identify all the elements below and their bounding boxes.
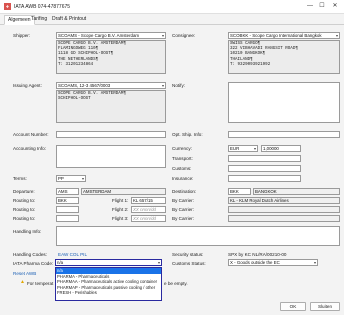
shipper-value: SCOAMS - Scope Cargo B.V. Amsterdam [58,33,140,38]
terms-select[interactable]: PP ▾ [56,175,86,182]
routing-2-label: Routing to: [13,207,36,212]
opt-ship-info-input[interactable] [228,131,340,138]
customs-status-value: X - Goods outside the EC [230,260,280,265]
pharma-code-value: n/a [57,260,64,265]
issuing-agent-address[interactable]: SCOPE CARGO B.V. AMSTERDAM¶ SCHIPHOL-OOS… [56,90,166,123]
title-bar: ✈ IATA AWB 074-47877675 — ☐ ✕ [0,0,344,14]
tab-draft-printout[interactable]: Draft & Printout [49,15,89,25]
insurance-label: Insurance: [172,176,194,181]
currency-select[interactable]: EUR ▾ [228,145,258,152]
chevron-down-icon: ▾ [161,33,164,38]
destination-label: Destination: [172,189,197,194]
maximize-button[interactable]: ☐ [317,2,327,11]
handling-codes-link[interactable]: EAW COL PIL [58,252,87,257]
transport-label: Transport: [172,156,193,161]
routing-2-code-input[interactable] [56,206,79,213]
account-number-label: Account Number: [13,132,49,137]
accounting-info-label: Accounting Info: [13,146,46,151]
flight-1-label: Flight 1: [112,198,129,203]
carrier-2-name [228,206,340,213]
departure-label: Departure: [13,189,35,194]
issuing-agent-select[interactable]: SCOAMS, 12-3 4567/0003 ▾ [56,82,166,89]
issuing-agent-label: Issuing Agent: [13,83,42,88]
warning-text: For temperat [27,281,54,286]
window-title: IATA AWB 074-47877675 [14,4,71,10]
warning-icon: ▲ [20,279,25,285]
accounting-info-field[interactable] [56,145,166,168]
opt-ship-info-label: Opt. Ship. Info: [172,132,203,137]
chevron-down-icon: ▾ [81,176,84,181]
terms-value: PP [58,176,64,181]
terms-label: Terms: [13,176,27,181]
handling-info-label: Handling Info: [13,229,42,234]
chevron-down-icon: ▾ [313,260,316,265]
app-icon: ✈ [4,3,11,10]
chevron-down-icon: ▾ [161,83,164,88]
flight-2-label: Flight 2: [112,207,129,212]
ok-button[interactable]: OK [280,302,306,311]
routing-1-label: Routing to: [13,198,36,203]
currency-value: EUR [230,146,240,151]
consignee-label: Consignee: [172,33,196,38]
reset-awb-link[interactable]: Reset AWB [13,271,36,276]
shipper-label: Shipper: [13,33,31,38]
destination-name: BANGKOK [253,188,340,195]
carrier-3-label: By Carrier: [172,216,194,221]
customs-status-select[interactable]: X - Goods outside the EC ▾ [228,259,318,266]
customs-input[interactable] [228,165,301,172]
security-status-value: SPX by KC NL/RA/00210-00 [228,252,287,257]
departure-code-input[interactable]: AMS [56,188,79,195]
account-number-input[interactable] [56,131,166,138]
customs-label: Customs: [172,166,192,171]
chevron-down-icon: ▾ [253,146,256,151]
security-status-label: Security status: [172,252,204,257]
insurance-input[interactable] [228,175,301,182]
destination-code-input[interactable]: BKK [228,188,251,195]
flight-3-input[interactable]: XX nnnn/dd [131,215,166,222]
handling-info-field[interactable] [56,226,340,246]
pharma-option-pharmaa[interactable]: PHARMAA - Pharmaceuticals active cooling… [56,279,161,285]
flight-1-input[interactable]: KL 657/15 [131,197,166,204]
carrier-1-name: KL - KLM Royal Dutch Airlines [228,197,340,204]
flight-3-label: Flight 3: [112,216,129,221]
close-button[interactable]: Sluiten [310,302,340,311]
consignee-select[interactable]: SCOBKK - Scope Cargo International Bangk… [228,32,340,39]
carrier-1-label: By Carrier: [172,198,194,203]
customs-status-label: Customs Status: [172,261,206,266]
shipper-address[interactable]: SCOPE CARGO B.V. AMSTERDAM¶ FLAMINGOWEG … [56,40,166,74]
flight-2-input[interactable]: XX nnnn/dd [131,206,166,213]
issuing-agent-value: SCOAMS, 12-3 4567/0003 [58,83,111,88]
close-window-button[interactable]: ✕ [330,2,340,11]
transport-input[interactable] [228,155,301,162]
departure-name: AMSTERDAM [81,188,166,195]
warning-text-tail: e be empty. [164,281,188,286]
currency-rate-input[interactable]: 1,00000 [261,145,301,152]
chevron-down-icon: ▾ [335,33,338,38]
carrier-3-name [228,215,340,222]
carrier-2-label: By Carrier: [172,207,194,212]
notify-field[interactable] [228,82,340,123]
routing-3-code-input[interactable] [56,215,79,222]
tab-bar: Algemeen Tarifing Draft & Printout [0,14,344,25]
notify-label: Notify: [172,83,186,88]
routing-3-label: Routing to: [13,216,36,221]
pharma-option-fresh[interactable]: FRESH - Perishables [56,290,161,296]
pharma-code-dropdown: n/a PHARMA - Pharmaceuticals PHARMAA - P… [55,267,162,301]
chevron-down-icon: ▾ [157,260,160,265]
routing-1-code-input[interactable]: BKK [56,197,79,204]
pharma-code-select[interactable]: n/a ▾ [55,259,162,266]
handling-codes-label: Handling Codes: [13,252,47,257]
tab-tarifing[interactable]: Tarifing [28,15,50,25]
minimize-button[interactable]: — [305,2,315,11]
consignee-value: SCOBKK - Scope Cargo International Bangk… [230,33,322,38]
consignee-address[interactable]: SWISS CARGO¶ 322 VIBHAVADI RANGSIT ROAD¶… [228,40,340,74]
currency-label: Currency: [172,146,192,151]
shipper-select[interactable]: SCOAMS - Scope Cargo B.V. Amsterdam ▾ [56,32,166,39]
pharma-code-label: IATA Pharma Code: [13,261,54,266]
